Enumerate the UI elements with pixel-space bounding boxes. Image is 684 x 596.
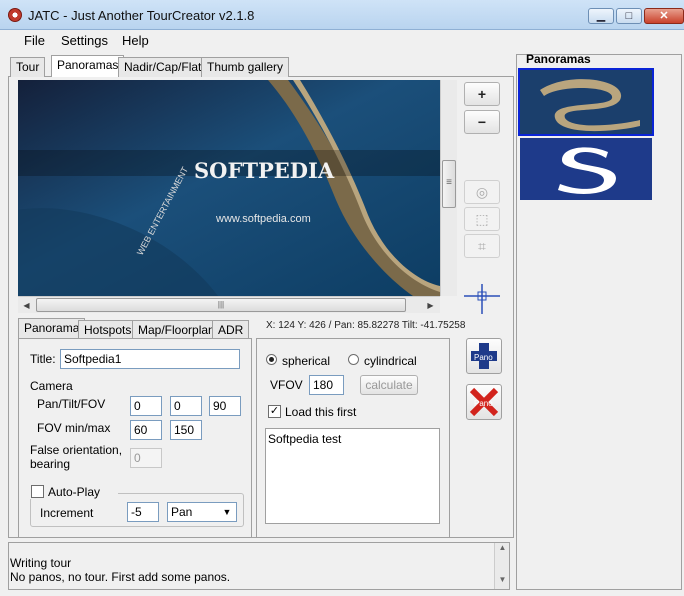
menu-file[interactable]: File [24,33,45,48]
center-button[interactable]: ◎ [464,180,500,204]
autoplay-mode-value: Pan [171,505,193,519]
minimize-button[interactable]: ▁ [588,8,614,24]
status-scroll-down[interactable]: ▼ [495,575,510,584]
tab-tour[interactable]: Tour [10,57,46,77]
status-scrollbar[interactable]: ▲ ▼ [494,543,509,589]
title-input[interactable]: Softpedia1 [60,349,240,369]
spherical-label: spherical [282,354,331,368]
window-title: JATC - Just Another TourCreator v2.1.8 [28,8,255,23]
svg-text:Pano: Pano [474,399,493,408]
scroll-right-button[interactable]: ▶ [422,297,439,314]
horizontal-scroll-thumb[interactable]: ||| [36,298,406,312]
preview-vertical-scrollbar[interactable]: ≡ [440,80,457,296]
compass-icon [464,284,500,314]
bearing-input[interactable]: 0 [130,448,162,468]
center-icon: ◎ [475,184,489,200]
fov-minmax-label: FOV min/max [37,421,111,435]
vertical-scroll-thumb[interactable]: ≡ [442,160,456,208]
spherical-radio[interactable] [266,354,277,365]
close-button[interactable]: ✕ [644,8,684,24]
cylindrical-radio[interactable] [348,354,359,365]
softpedia-logo-icon [520,138,652,200]
remove-pano-button[interactable]: Pano [466,384,502,420]
vfov-input[interactable]: 180 [309,375,344,395]
tab-panoramas[interactable]: Panoramas [51,55,125,77]
increment-input[interactable]: -5 [127,502,159,522]
scroll-left-button[interactable]: ◀ [18,297,35,314]
status-heading: Writing tour [10,556,72,570]
load-first-checkbox[interactable]: ✓ [268,405,281,418]
false-orientation-label: False orientation, [30,443,123,457]
zoom-in-icon: + [477,86,487,102]
title-label: Title: [30,352,56,366]
vfov-label: VFOV [270,378,303,392]
panorama-thumb-2[interactable] [520,138,652,200]
panorama-image: SOFTPEDIA www.softpedia.com WEB ENTERTAI… [18,80,440,296]
remove-pano-icon: Pano [469,387,499,417]
load-first-label: Load this first [285,405,357,419]
rectangle-select-button[interactable]: ⬚ [464,207,500,231]
chevron-down-icon: ▼ [222,507,232,517]
polygon-select-button[interactable]: ⌗ [464,234,500,258]
cylindrical-label: cylindrical [364,354,417,368]
preview-url: www.softpedia.com [215,213,311,225]
increment-label: Increment [40,506,94,520]
zoom-out-icon: − [477,114,487,130]
polygon-select-icon: ⌗ [478,238,486,254]
zoom-in-button[interactable]: + [464,82,500,106]
camera-label: Camera [30,379,73,393]
pan-tilt-fov-label: Pan/Tilt/FOV [37,397,106,411]
preview-watermark: SOFTPEDIA [194,158,335,183]
coordinates-readout: X: 124 Y: 426 / Pan: 85.82278 Tilt: -41.… [266,320,466,331]
tilt-input[interactable]: 0 [170,396,202,416]
tab-thumb-gallery[interactable]: Thumb gallery [201,57,290,77]
rectangle-select-icon: ⬚ [475,211,489,227]
panoramas-panel-title: Panoramas [526,52,591,66]
fov-max-input[interactable]: 150 [170,420,202,440]
fov-min-input[interactable]: 60 [130,420,162,440]
zoom-out-button[interactable]: − [464,110,500,134]
status-scroll-up[interactable]: ▲ [495,543,510,552]
tab-adr[interactable]: ADR [212,320,250,340]
fov-input[interactable]: 90 [209,396,241,416]
status-message: No panos, no tour. First add some panos. [10,570,231,584]
autoplay-mode-select[interactable]: Pan ▼ [167,502,237,522]
menu-help[interactable]: Help [122,33,149,48]
calculate-button[interactable]: calculate [360,375,418,395]
tab-nadir-cap-flat[interactable]: Nadir/Cap/Flat [118,57,208,77]
pan-input[interactable]: 0 [130,396,162,416]
tab-hotspots[interactable]: Hotspots [78,320,138,340]
bearing-label: bearing [30,457,71,471]
app-icon [8,8,22,22]
svg-text:Pano: Pano [474,353,493,362]
tab-map-floorplan[interactable]: Map/Floorplan [132,320,221,340]
panorama-preview[interactable]: SOFTPEDIA www.softpedia.com WEB ENTERTAI… [18,80,440,296]
autoplay-label: Auto-Play [48,485,101,499]
autoplay-checkbox[interactable] [31,485,44,498]
add-pano-button[interactable]: Pano [466,338,502,374]
description-textarea[interactable]: Softpedia test [265,428,440,524]
preview-horizontal-scrollbar[interactable]: ◀ ||| ▶ [18,296,440,313]
add-pano-icon: Pano [471,343,497,369]
panorama-thumb-selected[interactable] [518,68,654,136]
menu-settings[interactable]: Settings [61,33,108,48]
panorama-thumb-1 [520,70,652,134]
tab-panorama[interactable]: Panorama [18,318,86,338]
maximize-button[interactable]: □ [616,8,642,24]
